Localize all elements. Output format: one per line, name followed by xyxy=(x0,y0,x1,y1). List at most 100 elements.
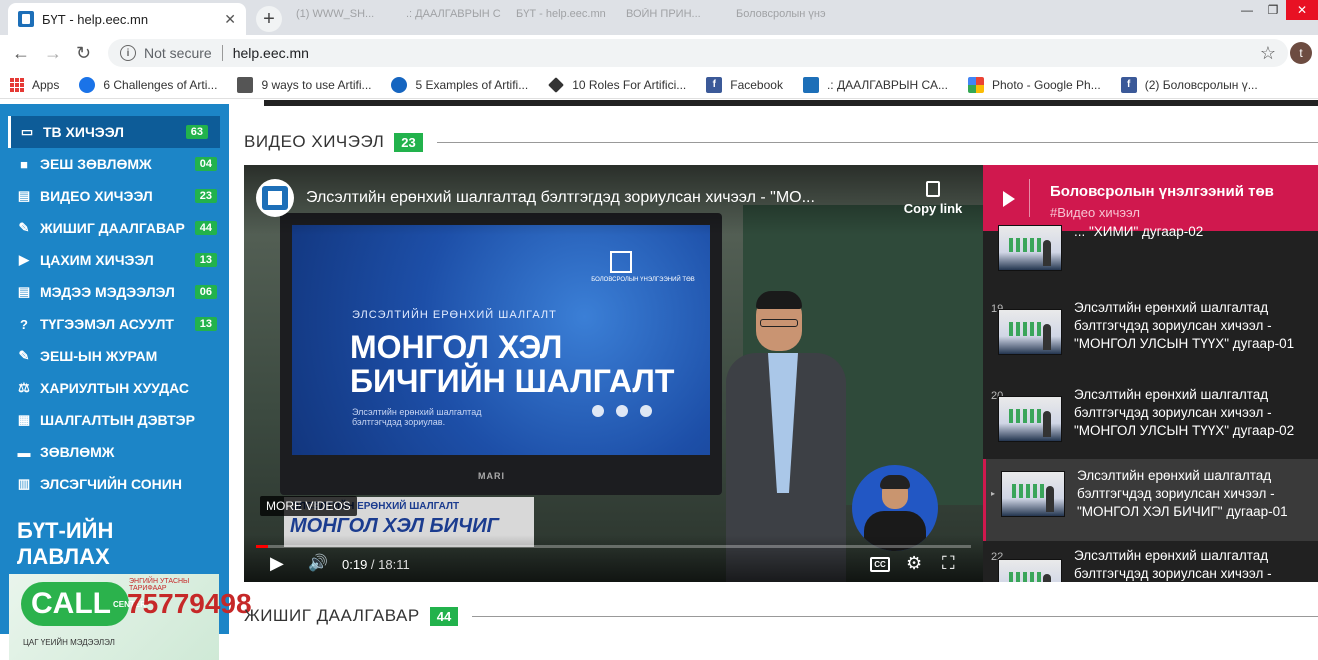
sidebar-item-video[interactable]: ▤ ВИДЕО ХИЧЭЭЛ 23 xyxy=(0,180,229,212)
background-tab[interactable]: БҮТ - help.eec.mn xyxy=(516,8,616,26)
video-title[interactable]: Элсэлтийн ерөнхий шалгалтад бэлтгэгдэд з… xyxy=(306,189,896,207)
copy-icon xyxy=(926,181,940,197)
forward-icon[interactable]: → xyxy=(44,43,62,64)
bookmark-item[interactable]: 10 Roles For Artifici... xyxy=(548,76,687,93)
sidebar-item-zhishig[interactable]: ✎ ЖИШИГ ДААЛГАВАР 44 xyxy=(0,212,229,244)
bookmark-star-icon[interactable]: ☆ xyxy=(1260,43,1276,64)
pinwheel-icon xyxy=(967,76,984,93)
tv-display: БОЛОВСРОЛЫН ҮНЭЛГЭЭНИЙ ТӨВ ЭЛСЭЛТИЙН ЕРӨ… xyxy=(292,225,710,455)
settings-icon[interactable]: ⚙ xyxy=(906,553,922,574)
org-logo-icon xyxy=(610,251,632,273)
background-tab[interactable]: ВОЙН ПРИН... xyxy=(626,8,726,26)
playlist-item-current[interactable]: ▸ Элсэлтийн ерөнхий шалгалтад бэлтгэгчдэ… xyxy=(983,459,1318,541)
tab-close-icon[interactable]: ✕ xyxy=(224,11,236,28)
sidebar-item-faq[interactable]: ? ТҮГЭЭМЭЛ АСУУЛТ 13 xyxy=(0,308,229,340)
playlist-item-title: Элсэлтийн ерөнхий шалгалтад бэлтгэгчдэд … xyxy=(1077,468,1288,519)
bookmark-item[interactable]: Photo - Google Ph... xyxy=(967,76,1101,93)
tv-icon: ▭ xyxy=(20,124,34,139)
current-time: 0:19 xyxy=(342,557,368,572)
bookmark-label: 10 Roles For Artifici... xyxy=(572,77,687,92)
scale-icon: ⚖ xyxy=(18,380,30,395)
facebook-icon: f xyxy=(1120,76,1137,93)
playlist-item[interactable]: ... "ХИМИ" дугаар-02 xyxy=(983,219,1318,275)
not-secure-label[interactable]: Not secure xyxy=(144,45,212,61)
bookmark-apps[interactable]: Apps xyxy=(10,77,59,92)
time-display: 0:19 / 18:11 xyxy=(342,557,410,572)
playlist-item[interactable]: 20 Элсэлтийн ерөнхий шалгалтад бэлтгэгчд… xyxy=(983,378,1318,460)
profile-avatar[interactable]: t xyxy=(1290,42,1312,64)
bookmark-item[interactable]: f (2) Боловсролын ү... xyxy=(1120,76,1258,93)
volume-icon[interactable]: 🔊 xyxy=(308,553,328,573)
more-videos-button[interactable]: MORE VIDEOS xyxy=(260,496,357,516)
sidebar-item-label: ШАЛГАЛТЫН ДЭВТЭР xyxy=(40,412,195,428)
bookmark-label: (2) Боловсролын ү... xyxy=(1144,77,1258,92)
sidebar-item-label: ВИДЕО ХИЧЭЭЛ xyxy=(40,188,153,204)
background-tab[interactable]: .: ДААЛГАВРЫН С xyxy=(406,8,506,26)
count-badge: 63 xyxy=(185,125,208,139)
sidebar-item-esh-zovlomj[interactable]: ■ ЭЕШ ЗӨВЛӨМЖ 04 xyxy=(0,148,229,180)
image-icon xyxy=(237,76,254,93)
call-center-banner[interactable]: БҮТ-ИЙН ЛАВЛАХ CALL CENTER ЭНГИЙН УТАСНЫ… xyxy=(9,514,252,660)
playlist-item-title: Элсэлтийн ерөнхий шалгалтад бэлтгэгчдэд … xyxy=(1074,387,1295,438)
sidebar-item-tsakhim[interactable]: ▶ ЦАХИМ ХИЧЭЭЛ 13 xyxy=(0,244,229,276)
section-count-badge: 44 xyxy=(429,606,459,626)
play-icon[interactable]: ▶ xyxy=(270,553,284,574)
call-banner: CALL CENTER ЭНГИЙН УТАСНЫ ТАРИФААР 75779… xyxy=(9,574,252,660)
section-count-badge: 23 xyxy=(394,132,423,152)
new-tab-button[interactable]: + xyxy=(256,6,282,32)
bookmark-item[interactable]: .: ДААЛГАВРЫН СА... xyxy=(802,76,948,93)
sidebar-item-khariult[interactable]: ⚖ ХАРИУЛТЫН ХУУДАС xyxy=(0,372,229,404)
background-tab[interactable]: (1) WWW_SH... xyxy=(296,8,396,26)
sidebar-item-label: ТВ ХИЧЭЭЛ xyxy=(43,124,124,140)
captions-icon[interactable]: CC xyxy=(870,557,890,572)
zhishig-section-header: ЖИШИГ ДААЛГАВАР 44 xyxy=(244,606,1318,626)
sidebar-item-zovlomj[interactable]: ▬ ЗӨВЛӨМЖ xyxy=(0,436,229,468)
playlist-channel[interactable]: Боловсролын үнэлгээний төв xyxy=(1050,183,1274,200)
sidebar-item-label: МЭДЭЭ МЭДЭЭЛЭЛ xyxy=(40,284,175,300)
section-title: ВИДЕО ХИЧЭЭЛ xyxy=(244,132,385,151)
play-all-icon[interactable] xyxy=(1003,191,1015,207)
bookmark-item[interactable]: 6 Challenges of Arti... xyxy=(79,76,218,93)
progress-bar[interactable] xyxy=(256,545,971,548)
bookmark-item[interactable]: 5 Examples of Artifi... xyxy=(391,76,528,93)
now-playing-marker: ▸ xyxy=(991,489,996,498)
reload-icon[interactable]: ↻ xyxy=(76,43,91,64)
fullscreen-icon[interactable]: ⛶ xyxy=(942,553,955,574)
sidebar-item-juram[interactable]: ✎ ЭЕШ-ЫН ЖУРАМ xyxy=(0,340,229,372)
video-section-header: ВИДЕО ХИЧЭЭЛ 23 xyxy=(244,132,1318,152)
copy-link-button[interactable]: Copy link xyxy=(902,181,964,216)
sidebar-item-medee[interactable]: ▤ МЭДЭЭ МЭДЭЭЛЭЛ 06 xyxy=(0,276,229,308)
address-bar[interactable]: i Not secure help.eec.mn ☆ xyxy=(108,39,1288,67)
background-tab[interactable]: Боловсролын үнэ xyxy=(736,8,836,26)
video-thumbnail xyxy=(998,559,1062,582)
url-text[interactable]: help.eec.mn xyxy=(233,45,1260,61)
bookmark-label: 6 Challenges of Arti... xyxy=(103,77,218,92)
channel-logo[interactable] xyxy=(256,179,294,217)
active-tab[interactable]: БҮТ - help.eec.mn ✕ xyxy=(8,3,246,35)
playlist-item[interactable]: 22 Элсэлтийн ерөнхий шалгалтад бэлтгэгчд… xyxy=(983,539,1318,582)
minimize-button[interactable]: — xyxy=(1234,0,1260,20)
bookmark-item[interactable]: 9 ways to use Artifi... xyxy=(237,76,372,93)
sidebar-item-devter[interactable]: ▦ ШАЛГАЛТЫН ДЭВТЭР xyxy=(0,404,229,436)
count-badge: 06 xyxy=(194,285,217,299)
sidebar-item-sonin[interactable]: ▥ ЭЛСЭГЧИЙН СОНИН xyxy=(0,468,229,500)
bookmark-label: Facebook xyxy=(730,77,783,92)
sidebar-item-label: ЭЕШ-ЫН ЖУРАМ xyxy=(40,348,158,364)
video-thumbnail xyxy=(998,396,1062,442)
call-text: CALL xyxy=(31,587,111,620)
bookmark-label: 9 ways to use Artifi... xyxy=(261,77,372,92)
playlist-item[interactable]: 19 Элсэлтийн ерөнхий шалгалтад бэлтгэгчд… xyxy=(983,291,1318,373)
sidebar-item-label: ЭЛСЭГЧИЙН СОНИН xyxy=(40,476,182,492)
s-icon xyxy=(391,76,408,93)
playlist-subtitle[interactable]: #Видео хичээл xyxy=(1050,205,1140,220)
video-player[interactable]: БОЛОВСРОЛЫН ҮНЭЛГЭЭНИЙ ТӨВ ЭЛСЭЛТИЙН ЕРӨ… xyxy=(244,165,983,582)
call-badge: CALL CENTER xyxy=(21,582,146,626)
bookmark-item[interactable]: f Facebook xyxy=(706,76,783,93)
info-icon[interactable]: i xyxy=(120,45,136,61)
close-window-button[interactable]: ✕ xyxy=(1286,0,1318,20)
back-icon[interactable]: ← xyxy=(12,43,30,64)
maximize-button[interactable]: ❐ xyxy=(1260,0,1286,20)
video-thumbnail xyxy=(998,225,1062,271)
sidebar-item-tv[interactable]: ▭ ТВ ХИЧЭЭЛ 63 xyxy=(8,116,220,148)
header-divider xyxy=(1029,179,1030,217)
